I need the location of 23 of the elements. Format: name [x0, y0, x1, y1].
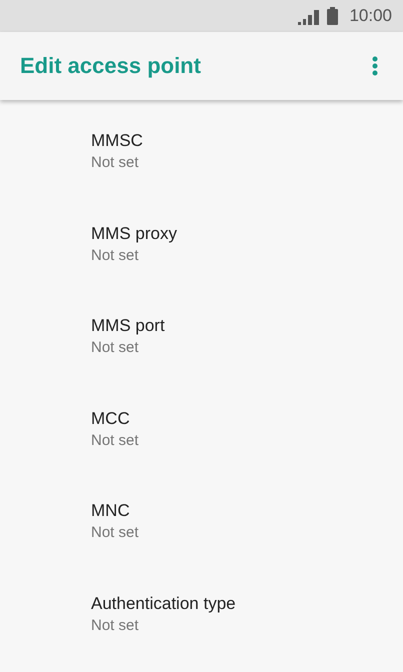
more-options-icon[interactable] [372, 56, 378, 76]
setting-summary: Not set [91, 338, 140, 358]
setting-title: MCC [91, 408, 131, 430]
setting-summary: Not set [91, 523, 140, 544]
signal-icon [298, 10, 320, 24]
setting-title: MMS port [91, 315, 166, 338]
setting-item[interactable]: MCC Not set [0, 378, 403, 470]
setting-item[interactable]: MMS proxy Not set [0, 192, 403, 286]
setting-title: MNC [91, 500, 131, 522]
setting-item[interactable]: MMS port Not set [0, 285, 403, 378]
setting-title: MMSC [91, 130, 144, 152]
setting-item[interactable]: MNC Not set [0, 470, 403, 563]
battery-icon [327, 7, 338, 25]
setting-summary: Not set [91, 430, 140, 451]
setting-title: Authentication type [91, 592, 237, 615]
setting-item[interactable]: Authentication type Not set [0, 562, 403, 656]
setting-summary: Not set [91, 153, 140, 173]
clock: 10:00 [349, 6, 392, 26]
setting-summary: Not set [91, 616, 140, 636]
screen-title: Edit access point [20, 53, 201, 79]
setting-title: MMS proxy [91, 222, 178, 245]
setting-item[interactable]: MMSC Not set [0, 100, 403, 193]
setting-summary: Not set [91, 246, 140, 266]
